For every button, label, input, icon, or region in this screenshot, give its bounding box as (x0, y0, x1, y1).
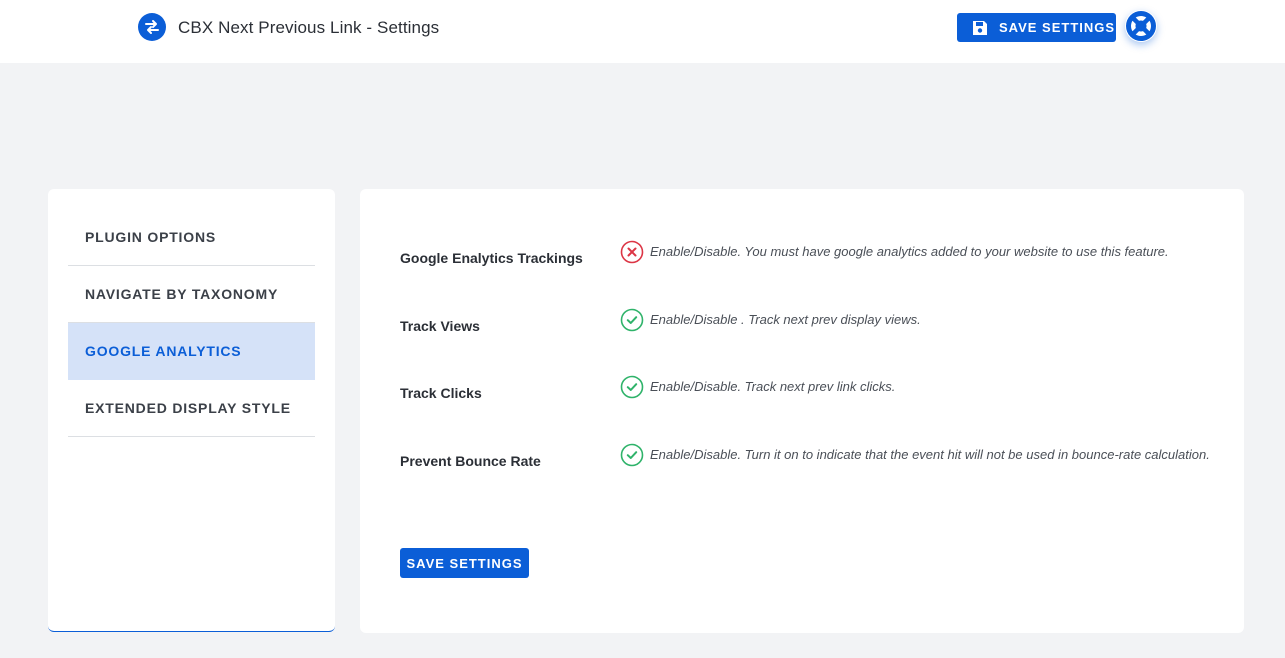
sidebar-nav: PLUGIN OPTIONS NAVIGATE BY TAXONOMY GOOG… (68, 209, 315, 437)
settings-sidebar: PLUGIN OPTIONS NAVIGATE BY TAXONOMY GOOG… (48, 189, 335, 632)
sidebar-item-label: EXTENDED DISPLAY STYLE (85, 400, 291, 416)
sidebar-item-label: GOOGLE ANALYTICS (85, 343, 242, 359)
setting-description: Enable/Disable . Track next prev display… (650, 312, 921, 327)
setting-control: Enable/Disable . Track next prev display… (620, 308, 1220, 332)
toggle-enabled-icon[interactable] (620, 308, 644, 332)
save-settings-button[interactable]: SAVE SETTINGS (957, 13, 1116, 42)
top-bar: CBX Next Previous Link - Settings SAVE S… (0, 0, 1285, 63)
floppy-disk-icon (972, 20, 988, 36)
sidebar-item-navigate-by-taxonomy[interactable]: NAVIGATE BY TAXONOMY (68, 266, 315, 323)
sidebar-item-label: PLUGIN OPTIONS (85, 229, 216, 245)
setting-label: Track Clicks (400, 385, 482, 401)
save-settings-button-bottom[interactable]: SAVE SETTINGS (400, 548, 529, 578)
page-title: CBX Next Previous Link - Settings (178, 18, 440, 37)
swap-arrows-icon (138, 13, 166, 41)
toggle-disabled-icon[interactable] (620, 240, 644, 264)
save-settings-label: SAVE SETTINGS (999, 20, 1116, 35)
lifebuoy-icon[interactable] (1125, 10, 1157, 42)
toggle-enabled-icon[interactable] (620, 375, 644, 399)
setting-description: Enable/Disable. You must have google ana… (650, 244, 1169, 259)
sidebar-item-extended-display-style[interactable]: EXTENDED DISPLAY STYLE (68, 380, 315, 437)
setting-description: Enable/Disable. Turn it on to indicate t… (650, 447, 1210, 462)
setting-control: Enable/Disable. You must have google ana… (620, 240, 1220, 264)
sidebar-item-google-analytics[interactable]: GOOGLE ANALYTICS (68, 323, 315, 380)
setting-control: Enable/Disable. Track next prev link cli… (620, 375, 1220, 399)
settings-panel: Google Enalytics Trackings Enable/Disabl… (360, 189, 1244, 633)
setting-label: Prevent Bounce Rate (400, 453, 541, 469)
setting-label: Track Views (400, 318, 480, 334)
setting-label: Google Enalytics Trackings (400, 250, 583, 266)
setting-control: Enable/Disable. Turn it on to indicate t… (620, 443, 1220, 467)
toggle-enabled-icon[interactable] (620, 443, 644, 467)
sidebar-item-plugin-options[interactable]: PLUGIN OPTIONS (68, 209, 315, 266)
setting-description: Enable/Disable. Track next prev link cli… (650, 379, 896, 394)
sidebar-item-label: NAVIGATE BY TAXONOMY (85, 286, 279, 302)
